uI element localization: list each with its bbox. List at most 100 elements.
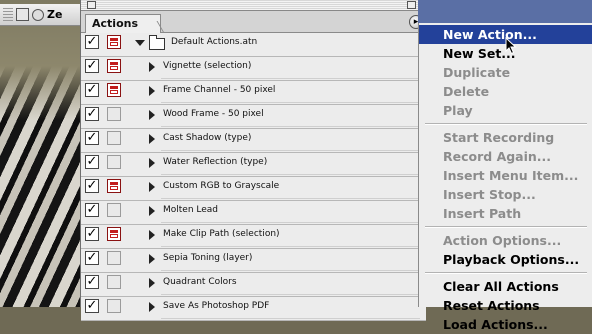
menu-item-start-recording[interactable]: Start Recording	[419, 128, 592, 147]
row-label-area[interactable]: Molten Lead	[129, 201, 426, 224]
menu-item-delete[interactable]: Delete	[419, 82, 592, 101]
menu-item-playback-options[interactable]: Playback Options...	[419, 250, 592, 269]
action-label: Sepia Toning (layer)	[163, 253, 253, 263]
row-divider	[161, 246, 420, 247]
action-row[interactable]: ✓ Quadrant Colors	[81, 273, 426, 297]
toggle-item-checkbox[interactable]: ✓	[85, 35, 99, 49]
action-row[interactable]: ✓ Water Reflection (type)	[81, 153, 426, 177]
menu-item-action-options[interactable]: Action Options...	[419, 231, 592, 250]
toggle-item-checkbox[interactable]: ✓	[85, 83, 99, 97]
menu-item-insert-stop[interactable]: Insert Stop...	[419, 185, 592, 204]
toggle-dialog-icon[interactable]	[107, 107, 121, 121]
palette-collapse-icon[interactable]	[407, 1, 416, 9]
menu-item-play[interactable]: Play	[419, 101, 592, 120]
palette-tab-row: Actions	[81, 11, 426, 33]
action-row[interactable]: ✓ Make Clip Path (selection)	[81, 225, 426, 249]
toggle-dialog-icon[interactable]	[107, 155, 121, 169]
document-window-tab[interactable]: Ze	[0, 4, 92, 26]
toggle-item-checkbox[interactable]: ✓	[85, 59, 99, 73]
row-label-area[interactable]: Wood Frame - 50 pixel	[129, 105, 426, 128]
expand-triangle-icon[interactable]	[149, 278, 155, 288]
toggle-dialog-icon[interactable]	[107, 179, 121, 193]
action-row[interactable]: ✓ Wood Frame - 50 pixel	[81, 105, 426, 129]
toggle-item-checkbox[interactable]: ✓	[85, 131, 99, 145]
toggle-item-checkbox[interactable]: ✓	[85, 179, 99, 193]
window-close-icon[interactable]	[16, 8, 29, 21]
row-divider	[161, 78, 420, 79]
row-label-area[interactable]: Water Reflection (type)	[129, 153, 426, 176]
toggle-item-checkbox[interactable]: ✓	[85, 299, 99, 313]
toggle-item-checkbox[interactable]: ✓	[85, 275, 99, 289]
row-label-area[interactable]: Save As Photoshop PDF	[129, 297, 426, 320]
action-row[interactable]: ✓ Frame Channel - 50 pixel	[81, 81, 426, 105]
row-label-area[interactable]: Default Actions.atn	[129, 33, 426, 56]
expand-triangle-icon[interactable]	[149, 230, 155, 240]
toggle-item-checkbox[interactable]: ✓	[85, 155, 99, 169]
expand-triangle-icon[interactable]	[149, 62, 155, 72]
menu-item-insert-path[interactable]: Insert Path	[419, 204, 592, 223]
toggle-dialog-icon[interactable]	[107, 227, 121, 241]
action-label: Make Clip Path (selection)	[163, 229, 280, 239]
action-row[interactable]: ✓ Molten Lead	[81, 201, 426, 225]
action-row[interactable]: ✓ Sepia Toning (layer)	[81, 249, 426, 273]
row-label-area[interactable]: Sepia Toning (layer)	[129, 249, 426, 272]
palette-titlebar[interactable]	[81, 0, 426, 11]
toggle-item-checkbox[interactable]: ✓	[85, 251, 99, 265]
expand-triangle-icon[interactable]	[149, 206, 155, 216]
expand-triangle-icon[interactable]	[149, 110, 155, 120]
row-divider	[161, 222, 420, 223]
actions-palette-menu: New Action... New Set... Duplicate Delete Pl…	[418, 23, 592, 332]
expand-triangle-icon[interactable]	[149, 302, 155, 312]
toggle-dialog-icon[interactable]	[107, 275, 121, 289]
action-row[interactable]: ✓ Vignette (selection)	[81, 57, 426, 81]
toggle-item-checkbox[interactable]: ✓	[85, 203, 99, 217]
toggle-item-checkbox[interactable]: ✓	[85, 107, 99, 121]
palette-close-icon[interactable]	[87, 1, 96, 9]
toggle-dialog-icon[interactable]	[107, 203, 121, 217]
row-label-area[interactable]: Quadrant Colors	[129, 273, 426, 296]
menu-item-record-again[interactable]: Record Again...	[419, 147, 592, 166]
menu-separator	[425, 272, 587, 274]
window-drag-stripes	[3, 7, 13, 22]
action-label: Frame Channel - 50 pixel	[163, 85, 276, 95]
window-zoom-icon[interactable]	[32, 8, 44, 21]
menu-item-reset-actions[interactable]: Reset Actions	[419, 296, 592, 315]
row-divider	[161, 270, 420, 271]
actions-palette: Actions ▸ ✓ Default Actions.atn ✓ Vignette …	[80, 0, 426, 321]
row-label-area[interactable]: Vignette (selection)	[129, 57, 426, 80]
menu-separator	[425, 123, 587, 125]
toggle-dialog-icon[interactable]	[107, 35, 121, 49]
expand-triangle-icon[interactable]	[149, 158, 155, 168]
toggle-dialog-icon[interactable]	[107, 83, 121, 97]
tab-actions[interactable]: Actions	[85, 14, 161, 33]
expand-triangle-icon[interactable]	[149, 254, 155, 264]
action-label: Wood Frame - 50 pixel	[163, 109, 264, 119]
menu-item-load-actions[interactable]: Load Actions...	[419, 315, 592, 334]
document-title: Ze	[47, 8, 63, 21]
row-divider	[161, 126, 420, 127]
expand-triangle-icon[interactable]	[149, 86, 155, 96]
menu-item-insert-menu-item[interactable]: Insert Menu Item...	[419, 166, 592, 185]
row-label-area[interactable]: Frame Channel - 50 pixel	[129, 81, 426, 104]
menu-item-duplicate[interactable]: Duplicate	[419, 63, 592, 82]
expand-triangle-icon[interactable]	[149, 134, 155, 144]
expand-triangle-open-icon[interactable]	[135, 40, 145, 46]
action-set-row[interactable]: ✓ Default Actions.atn	[81, 33, 426, 57]
folder-icon	[149, 35, 165, 50]
row-label-area[interactable]: Custom RGB to Grayscale	[129, 177, 426, 200]
expand-triangle-icon[interactable]	[149, 182, 155, 192]
actions-list: ✓ Default Actions.atn ✓ Vignette (selection…	[81, 33, 426, 321]
toggle-dialog-icon[interactable]	[107, 59, 121, 73]
toggle-item-checkbox[interactable]: ✓	[85, 227, 99, 241]
action-row[interactable]: ✓ Save As Photoshop PDF	[81, 297, 426, 321]
menu-item-clear-all-actions[interactable]: Clear All Actions	[419, 277, 592, 296]
toggle-dialog-icon[interactable]	[107, 299, 121, 313]
menu-header-strip	[418, 0, 592, 23]
toggle-dialog-icon[interactable]	[107, 251, 121, 265]
action-row[interactable]: ✓ Custom RGB to Grayscale	[81, 177, 426, 201]
row-label-area[interactable]: Make Clip Path (selection)	[129, 225, 426, 248]
action-row[interactable]: ✓ Cast Shadow (type)	[81, 129, 426, 153]
row-label-area[interactable]: Cast Shadow (type)	[129, 129, 426, 152]
action-label: Vignette (selection)	[163, 61, 252, 71]
toggle-dialog-icon[interactable]	[107, 131, 121, 145]
